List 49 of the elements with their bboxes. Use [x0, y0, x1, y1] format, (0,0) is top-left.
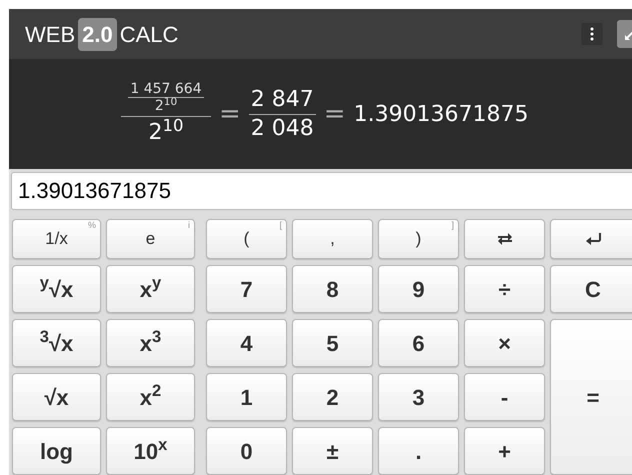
- calculator-key[interactable]: e i: [106, 219, 195, 259]
- key-hint: [: [279, 221, 282, 230]
- calculator-key[interactable]: 2: [292, 373, 373, 421]
- calculator-key[interactable]: x$^{y}$: [106, 265, 195, 313]
- calculator-key[interactable]: 6: [378, 319, 459, 367]
- fraction-numerator: 2 847: [248, 86, 316, 115]
- calculator-key[interactable]: ) ]: [378, 219, 459, 259]
- calculator-key[interactable]: ±: [292, 427, 373, 475]
- calculator-key[interactable]: x$^{2}$: [106, 373, 195, 421]
- calculator-key[interactable]: x$^{3}$: [106, 319, 195, 367]
- more-menu-icon[interactable]: [581, 23, 603, 46]
- fraction-denominator: 2 048: [250, 114, 314, 143]
- app-title: WEB 2.0 CALC: [25, 18, 178, 51]
- calculator-key[interactable]: √x: [12, 373, 101, 421]
- calculator-key[interactable]: 1: [206, 373, 287, 421]
- fraction-numerator: 1 457 664: [128, 81, 204, 98]
- fraction-denominator: 2$^{10}$: [154, 98, 178, 114]
- calculator-key[interactable]: 9: [378, 265, 459, 313]
- calculator-key[interactable]: =: [550, 319, 632, 475]
- calculator-key[interactable]: 7: [206, 265, 287, 313]
- key-hint: ]: [451, 221, 454, 230]
- input-field[interactable]: 1.39013671875: [11, 172, 632, 210]
- calculator-key[interactable]: ,: [292, 219, 373, 259]
- calculator-key[interactable]: ( [: [206, 219, 287, 259]
- calculator-key[interactable]: 0: [206, 427, 287, 475]
- key-hint: %: [88, 221, 96, 230]
- calculator-key[interactable]: $^{y}$√x: [12, 265, 101, 313]
- equals-sign: =: [324, 98, 346, 131]
- key-hint: i: [188, 221, 190, 230]
- calculator-key[interactable]: .: [378, 427, 459, 475]
- swap-arrows-icon: [496, 232, 512, 246]
- calculator-key[interactable]: [464, 219, 545, 259]
- calculator-key[interactable]: ×: [464, 319, 545, 367]
- calculator-key[interactable]: +: [464, 427, 545, 475]
- calculator-key[interactable]: $^{3}$√x: [12, 319, 101, 367]
- calculator-key[interactable]: ÷: [464, 265, 545, 313]
- calculator-key[interactable]: 3: [378, 373, 459, 421]
- calculator-key[interactable]: -: [464, 373, 545, 421]
- result-value: 1.39013671875: [354, 100, 529, 129]
- enter-arrow-icon: [585, 232, 601, 246]
- calculator-key[interactable]: 10$^{x}$: [106, 427, 195, 475]
- calculator-key[interactable]: 1/x %: [12, 219, 101, 259]
- calculator-key[interactable]: 5: [292, 319, 373, 367]
- calculator-key[interactable]: log: [12, 427, 101, 475]
- calculator-key[interactable]: 8: [292, 265, 373, 313]
- equals-sign: =: [219, 98, 241, 131]
- calculator-key[interactable]: C: [550, 265, 632, 313]
- calculator-key[interactable]: 4: [206, 319, 287, 367]
- fraction-denominator: 2$^{10}$: [148, 119, 184, 148]
